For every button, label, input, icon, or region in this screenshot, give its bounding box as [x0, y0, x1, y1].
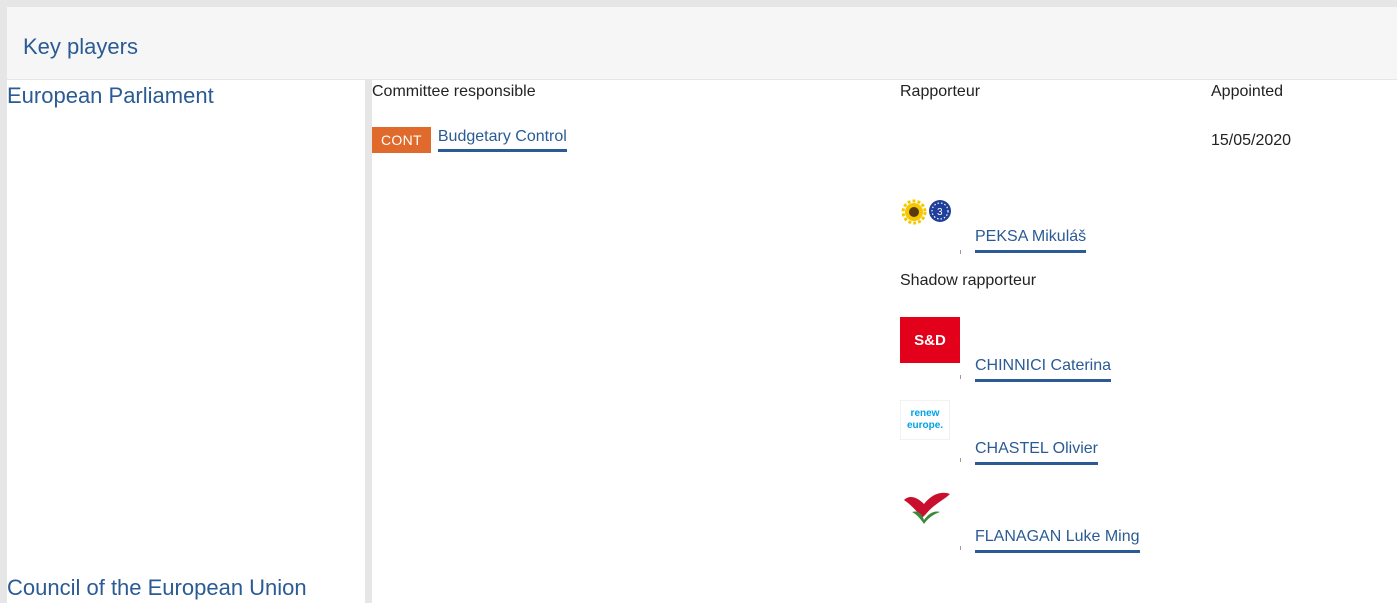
renew-europe-logo-icon: renew europe. — [900, 400, 950, 440]
column-divider — [365, 80, 372, 603]
renew-logo-line-2: europe. — [907, 420, 943, 431]
shadow-rapporteur-entry: renew europe. CHASTEL Olivier — [900, 400, 1220, 470]
committee-link[interactable]: Budgetary Control — [437, 128, 567, 152]
svg-text:3: 3 — [937, 207, 943, 218]
key-players-header: Key players — [7, 7, 1397, 80]
renew-logo-line-1: renew — [911, 408, 940, 419]
gue-ngl-logo-icon — [904, 492, 950, 524]
section-council: Council of the European Union — [7, 575, 307, 600]
link-marker — [960, 546, 961, 550]
rapporteur-column-header: Rapporteur — [900, 83, 981, 100]
section-european-parliament: European Parliament — [7, 83, 214, 108]
shadow-rapporteur-link[interactable]: CHASTEL Olivier — [975, 440, 1098, 465]
section-title: Key players — [23, 34, 138, 59]
rapporteur-entry: 3 PEKSA Mikuláš — [900, 195, 1220, 265]
appointed-column-header: Appointed — [1211, 83, 1284, 100]
link-marker — [960, 375, 961, 379]
committee-column-header: Committee responsible — [372, 83, 536, 100]
shadow-rapporteur-label: Shadow rapporteur — [900, 272, 1037, 289]
appointed-date: 15/05/2020 — [1211, 132, 1292, 149]
shadow-rapporteur-entry: FLANAGAN Luke Ming — [900, 488, 1220, 558]
shadow-rapporteur-entry: S&D CHINNICI Caterina — [900, 317, 1220, 387]
rapporteur-link[interactable]: PEKSA Mikuláš — [975, 228, 1087, 253]
s-and-d-logo-icon: S&D — [900, 317, 960, 363]
greens-efa-logo-icon: 3 — [901, 199, 951, 225]
committee-row: CONT Budgetary Control — [372, 126, 567, 154]
shadow-rapporteur-link[interactable]: CHINNICI Caterina — [975, 357, 1112, 382]
s-and-d-logo-text: S&D — [914, 332, 946, 349]
shadow-rapporteur-link[interactable]: FLANAGAN Luke Ming — [975, 528, 1140, 553]
link-marker — [960, 250, 961, 254]
link-marker — [960, 458, 961, 462]
committee-badge: CONT — [372, 127, 431, 153]
